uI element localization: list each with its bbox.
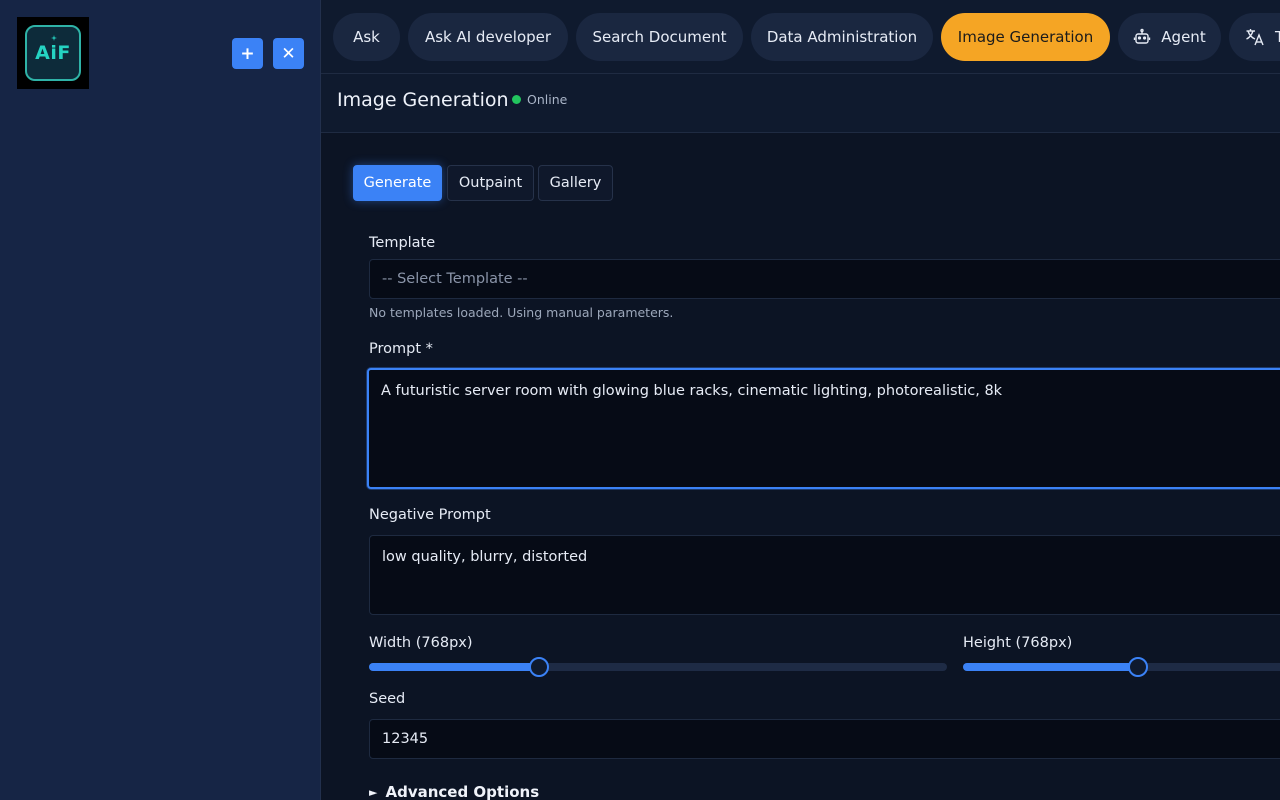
height-slider-fill — [963, 663, 1138, 671]
plus-icon: + — [240, 43, 255, 64]
sparkle-icon — [51, 35, 57, 41]
tab-outpaint-label: Outpaint — [458, 175, 523, 191]
page-title: Image Generation — [337, 89, 509, 111]
width-slider[interactable] — [369, 657, 947, 677]
new-chat-button[interactable]: + — [232, 38, 263, 69]
robot-icon — [1134, 28, 1151, 44]
main-content: Generate Outpaint Gallery Template -- Se… — [321, 133, 1280, 800]
close-icon: ✕ — [281, 43, 296, 64]
tab-generate[interactable]: Generate — [353, 165, 442, 201]
close-sidebar-button[interactable]: ✕ — [273, 38, 304, 69]
sidebar: AiF + ✕ — [0, 0, 321, 800]
nav-ask-ai-developer[interactable]: Ask AI developer — [408, 13, 568, 61]
status-text: Online — [527, 92, 568, 107]
negative-prompt-textarea[interactable] — [369, 535, 1280, 615]
nav-data-administration-label: Data Administration — [766, 28, 918, 46]
top-navigation: Ask Ask AI developer Search Document Dat… — [321, 0, 1280, 74]
height-label: Height (768px) — [963, 635, 1073, 651]
advanced-options-toggle[interactable]: ► Advanced Options — [369, 783, 539, 800]
width-slider-thumb[interactable] — [528, 657, 549, 677]
template-placeholder: -- Select Template -- — [382, 271, 528, 287]
logo-badge: AiF — [25, 25, 81, 81]
tab-gallery[interactable]: Gallery — [538, 165, 613, 201]
prompt-label: Prompt * — [369, 341, 433, 357]
template-select[interactable]: -- Select Template -- — [369, 259, 1280, 299]
page-header: Image Generation Online — [321, 74, 1280, 133]
nav-translate-label: T — [1275, 28, 1280, 46]
negative-prompt-label: Negative Prompt — [369, 507, 491, 523]
nav-agent[interactable]: Agent — [1118, 13, 1221, 61]
template-hint: No templates loaded. Using manual parame… — [369, 305, 674, 320]
tab-gallery-label: Gallery — [549, 175, 602, 191]
seed-label: Seed — [369, 691, 406, 707]
triangle-right-icon: ► — [369, 785, 378, 799]
nav-ask-label: Ask — [353, 28, 380, 46]
nav-ask-ai-developer-label: Ask AI developer — [424, 28, 552, 46]
nav-ask[interactable]: Ask — [333, 13, 400, 61]
template-label: Template — [369, 235, 436, 251]
seed-input[interactable]: 12345 — [369, 719, 1280, 759]
width-slider-fill — [369, 663, 539, 671]
tab-outpaint[interactable]: Outpaint — [447, 165, 534, 201]
tab-generate-label: Generate — [363, 175, 432, 191]
nav-agent-label: Agent — [1161, 28, 1206, 46]
height-slider[interactable] — [963, 657, 1280, 677]
nav-search-document[interactable]: Search Document — [576, 13, 743, 61]
app-logo[interactable]: AiF — [17, 17, 89, 89]
translate-icon — [1246, 29, 1264, 46]
status-badge: Online — [512, 92, 567, 107]
height-slider-thumb[interactable] — [1127, 657, 1148, 677]
seed-value: 12345 — [382, 731, 429, 747]
nav-data-administration[interactable]: Data Administration — [751, 13, 933, 61]
width-label: Width (768px) — [369, 635, 473, 651]
status-dot-icon — [512, 95, 521, 104]
advanced-options-label: Advanced Options — [385, 783, 540, 800]
nav-search-document-label: Search Document — [592, 28, 727, 46]
nav-image-generation[interactable]: Image Generation — [941, 13, 1110, 61]
nav-translate[interactable]: T — [1229, 13, 1280, 61]
logo-text: AiF — [35, 42, 71, 64]
prompt-textarea[interactable] — [367, 368, 1280, 489]
nav-image-generation-label: Image Generation — [957, 28, 1094, 46]
